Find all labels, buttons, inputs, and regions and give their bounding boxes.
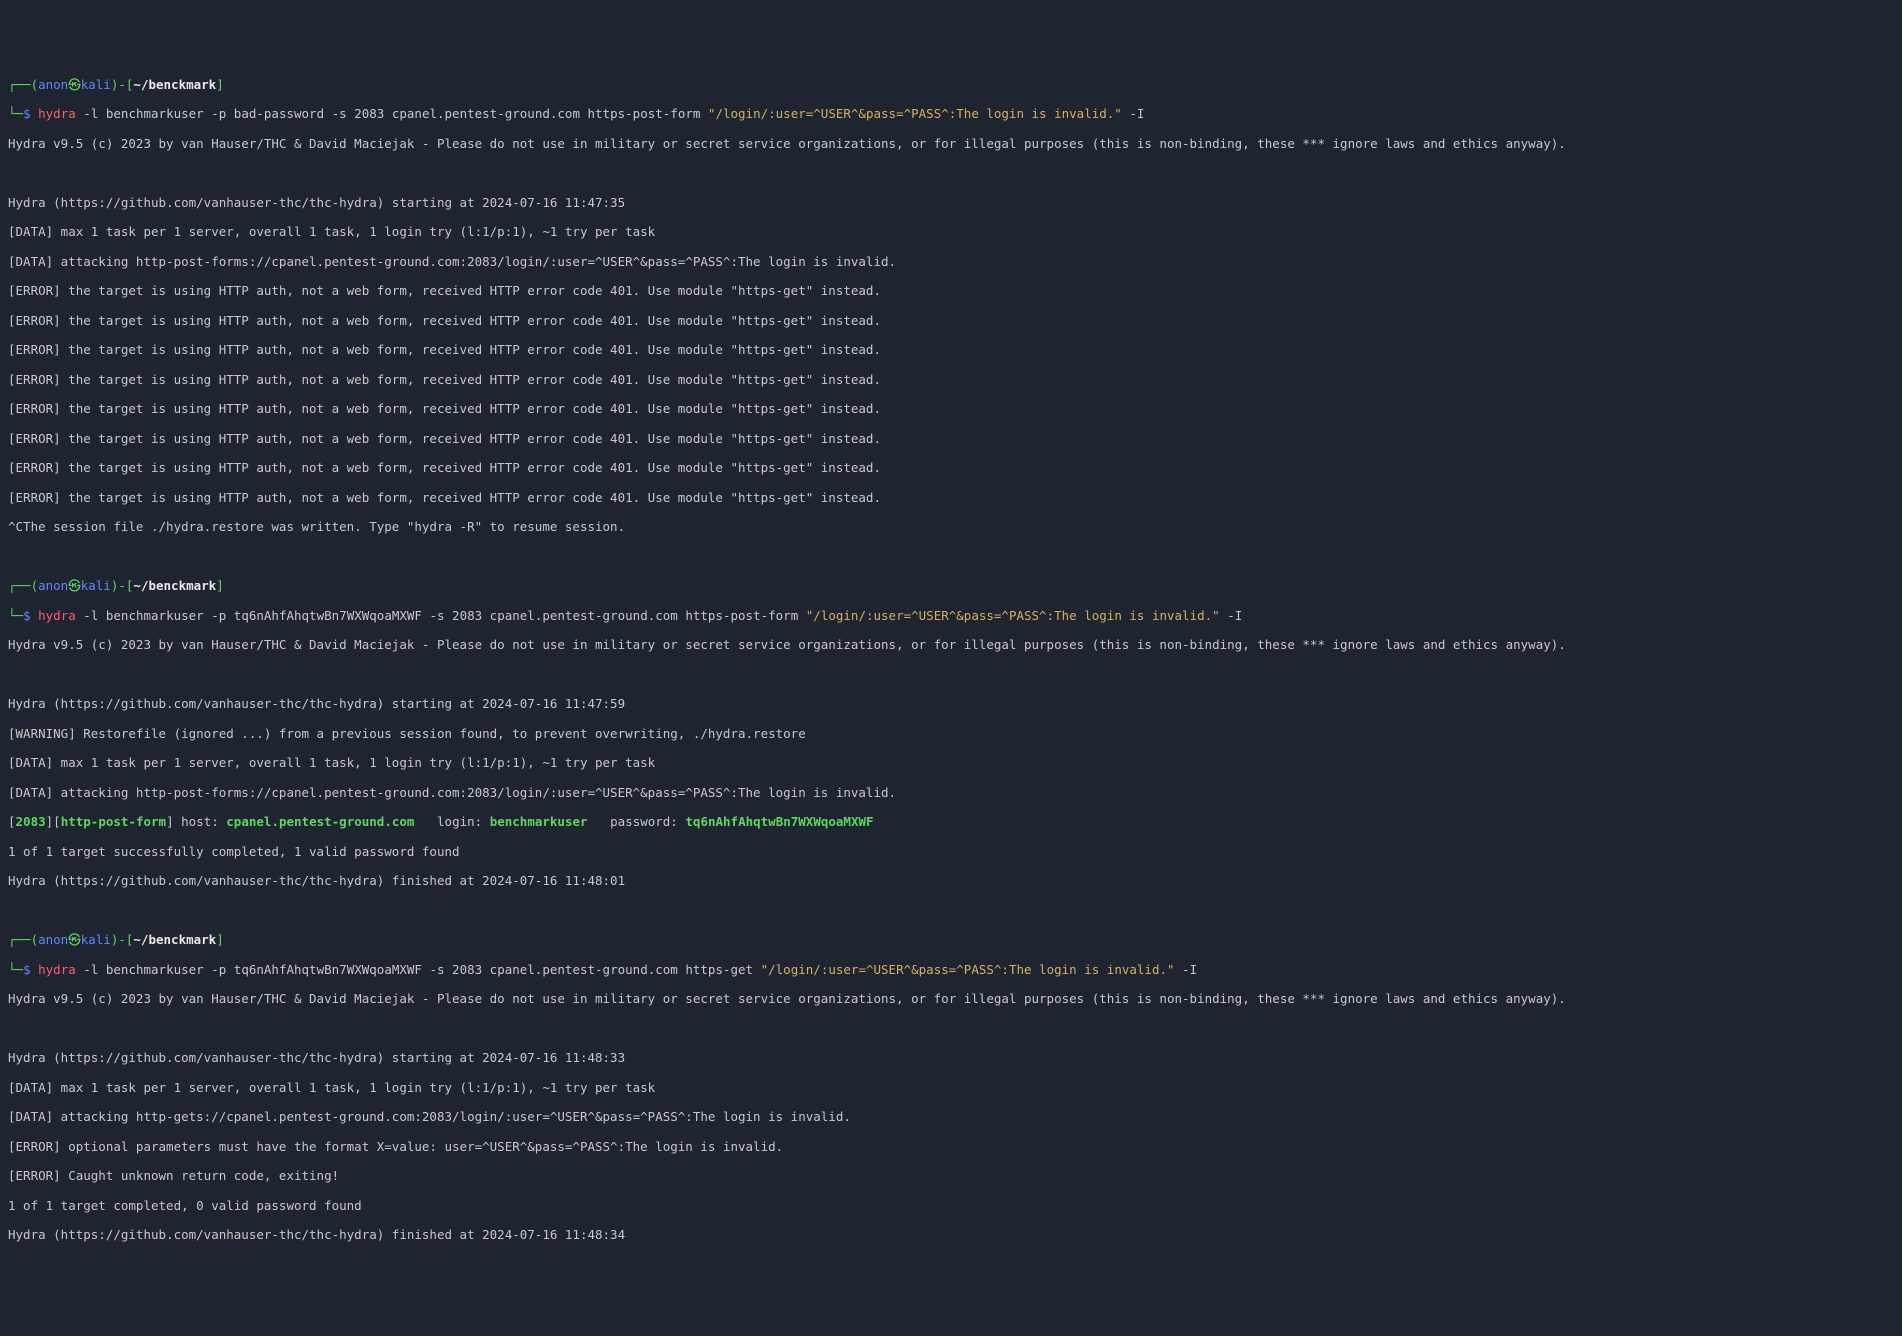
error-line: [ERROR] the target is using HTTP auth, n… [8,314,1894,329]
error-line: [ERROR] the target is using HTTP auth, n… [8,373,1894,388]
error-line: [ERROR] the target is using HTTP auth, n… [8,461,1894,476]
output-line: 1 of 1 target completed, 0 valid passwor… [8,1199,1894,1214]
output-line: Hydra (https://github.com/vanhauser-thc/… [8,1228,1894,1243]
error-line: [ERROR] the target is using HTTP auth, n… [8,343,1894,358]
output-line: Hydra (https://github.com/vanhauser-thc/… [8,697,1894,712]
output-line: [DATA] attacking http-gets://cpanel.pent… [8,1110,1894,1125]
error-line: [ERROR] the target is using HTTP auth, n… [8,402,1894,417]
blank [8,550,1894,565]
error-line: [ERROR] the target is using HTTP auth, n… [8,284,1894,299]
error-line: [ERROR] Caught unknown return code, exit… [8,1169,1894,1184]
prompt-line2: └─$ hydra -l benchmarkuser -p bad-passwo… [8,107,1894,122]
output-line: 1 of 1 target successfully completed, 1 … [8,845,1894,860]
banner: Hydra v9.5 (c) 2023 by van Hauser/THC & … [8,992,1894,1007]
output-line: [DATA] attacking http-post-forms://cpane… [8,786,1894,801]
output-line: Hydra (https://github.com/vanhauser-thc/… [8,1051,1894,1066]
output-line: [DATA] max 1 task per 1 server, overall … [8,1081,1894,1096]
blank [8,166,1894,181]
output-line: Hydra (https://github.com/vanhauser-thc/… [8,874,1894,889]
output-line: [WARNING] Restorefile (ignored ...) from… [8,727,1894,742]
output-line: ^CThe session file ./hydra.restore was w… [8,520,1894,535]
output-line: [DATA] max 1 task per 1 server, overall … [8,225,1894,240]
output-line: [DATA] attacking http-post-forms://cpane… [8,255,1894,270]
error-line: [ERROR] the target is using HTTP auth, n… [8,491,1894,506]
prompt-line2: └─$ hydra -l benchmarkuser -p tq6nAhfAhq… [8,963,1894,978]
terminal-output[interactable]: ┌──(anon㉿kali)-[~/benckmark] └─$ hydra -… [8,63,1894,1258]
output-line: [DATA] max 1 task per 1 server, overall … [8,756,1894,771]
prompt-line2: └─$ hydra -l benchmarkuser -p tq6nAhfAhq… [8,609,1894,624]
prompt-line1: ┌──(anon㉿kali)-[~/benckmark] [8,579,1894,594]
prompt-line1: ┌──(anon㉿kali)-[~/benckmark] [8,78,1894,93]
error-line: [ERROR] the target is using HTTP auth, n… [8,432,1894,447]
output-line: Hydra (https://github.com/vanhauser-thc/… [8,196,1894,211]
blank [8,1022,1894,1037]
error-line: [ERROR] optional parameters must have th… [8,1140,1894,1155]
found-line: [2083][http-post-form] host: cpanel.pent… [8,815,1894,830]
blank [8,904,1894,919]
blank [8,668,1894,683]
banner: Hydra v9.5 (c) 2023 by van Hauser/THC & … [8,638,1894,653]
banner: Hydra v9.5 (c) 2023 by van Hauser/THC & … [8,137,1894,152]
prompt-line1: ┌──(anon㉿kali)-[~/benckmark] [8,933,1894,948]
